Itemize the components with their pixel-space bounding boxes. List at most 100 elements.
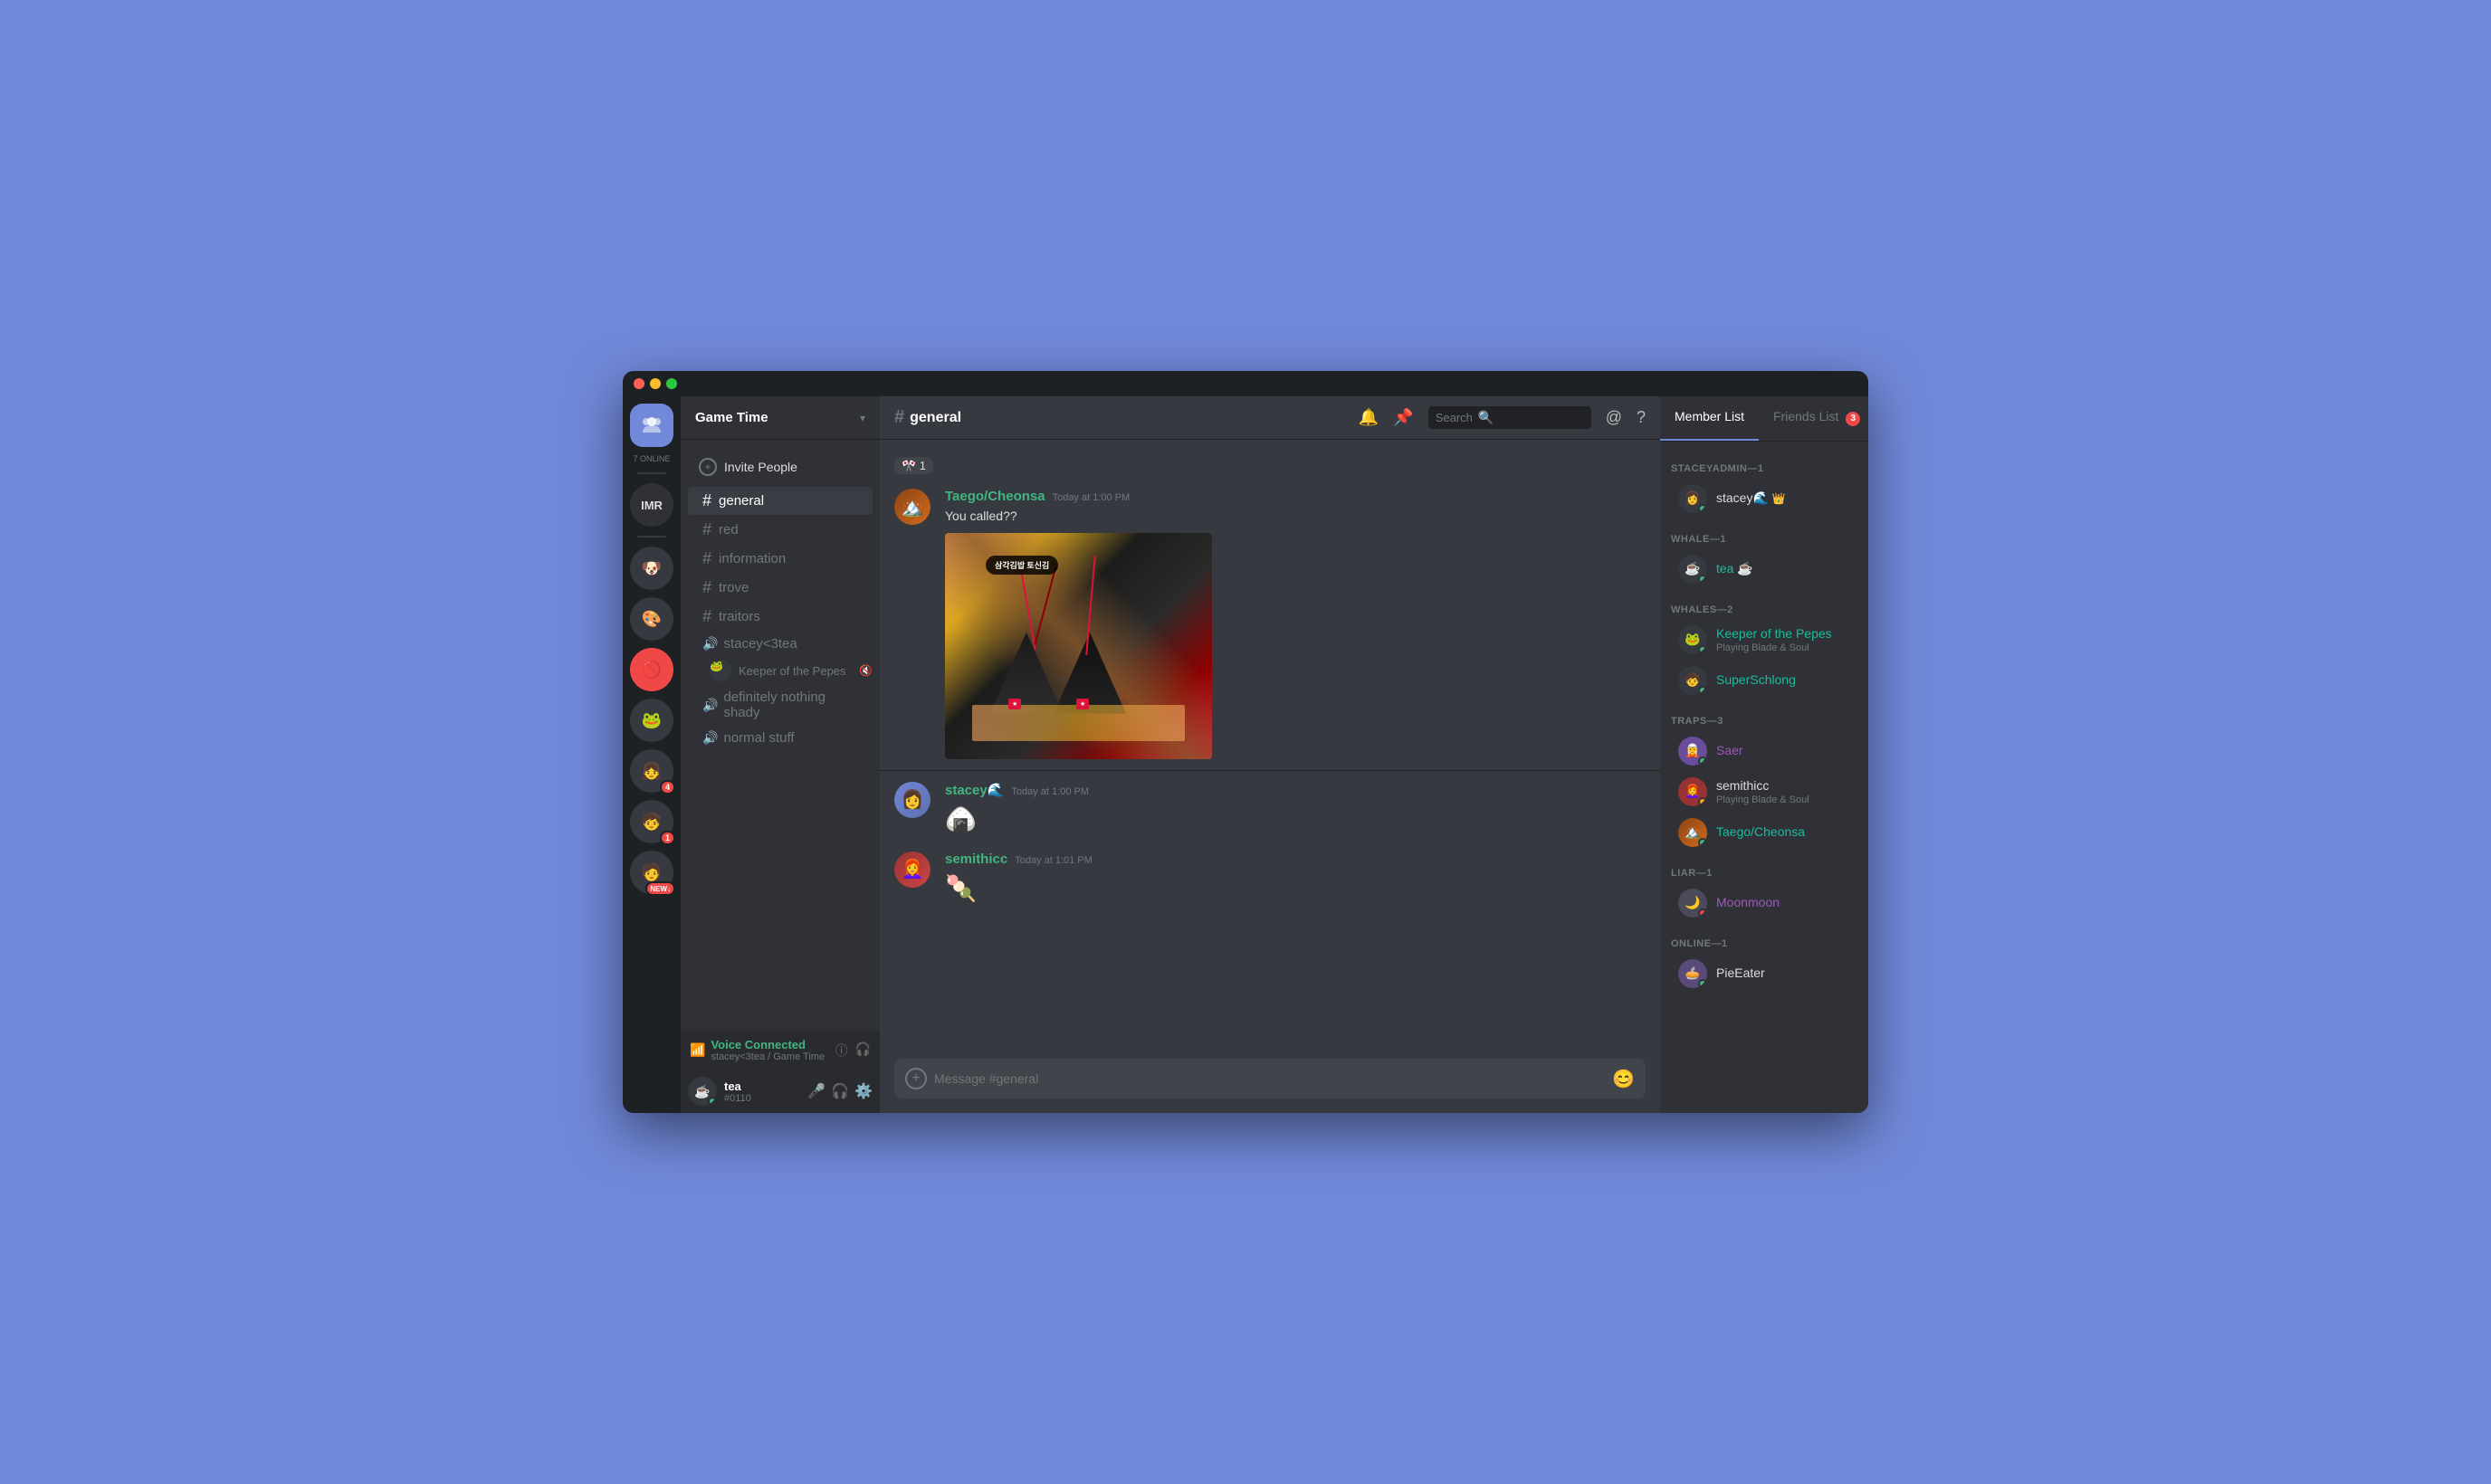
settings-button[interactable]: ⚙️: [854, 1082, 873, 1100]
speaker-icon-shady: 🔊: [702, 698, 718, 713]
channel-item-trove[interactable]: # trove: [688, 574, 873, 602]
channel-item-information[interactable]: # information: [688, 545, 873, 573]
avatar-red-wrap: 🚫: [630, 648, 673, 691]
avatar-pepe-wrap: 🐸: [630, 699, 673, 742]
invite-people-button[interactable]: + Invite People: [688, 451, 873, 483]
msg-header-semithicc: semithicc Today at 1:01 PM: [945, 851, 1646, 867]
username-taego[interactable]: Taego/Cheonsa: [945, 489, 1045, 504]
msg-header-stacey: stacey🌊 Today at 1:00 PM: [945, 782, 1646, 798]
voice-channel-normal[interactable]: 🔊 normal stuff: [688, 726, 873, 750]
mic-button[interactable]: 🎤: [807, 1082, 826, 1100]
maximize-button[interactable]: [666, 378, 677, 389]
member-avatar-pieeater: 🥧: [1678, 959, 1707, 988]
member-item-stacey[interactable]: 👩 stacey🌊 👑: [1667, 479, 1861, 518]
message-content-taego: Taego/Cheonsa Today at 1:00 PM You calle…: [945, 489, 1646, 759]
channel-item-traitors[interactable]: # traitors: [688, 603, 873, 631]
minimize-button[interactable]: [650, 378, 661, 389]
member-avatar-tea: ☕: [1678, 555, 1707, 584]
message-group-stacey: 👩 stacey🌊 Today at 1:00 PM 🍙: [880, 778, 1660, 841]
avatar-semithicc: 👩‍🦰: [894, 851, 931, 888]
imr-server-icon[interactable]: IMR: [630, 483, 673, 527]
member-item-keeper[interactable]: 🐸 Keeper of the Pepes Playing Blade & So…: [1667, 620, 1861, 660]
timestamp-taego: Today at 1:00 PM: [1053, 492, 1131, 503]
tab-member-list[interactable]: Member List: [1660, 396, 1759, 441]
online-dot-saer: [1698, 756, 1707, 766]
member-item-taego[interactable]: 🏔️ Taego/Cheonsa: [1667, 813, 1861, 852]
server-icon-dog[interactable]: 🐶: [630, 547, 673, 590]
member-item-superschlong[interactable]: 🧒 SuperSchlong: [1667, 661, 1861, 700]
server-icon-red[interactable]: 🚫: [630, 648, 673, 691]
member-info-pieeater: PieEater: [1716, 966, 1850, 982]
member-info-stacey: stacey🌊 👑: [1716, 490, 1850, 506]
member-name-stacey: stacey🌊: [1716, 490, 1769, 506]
voice-actions: ⓘ 🎧: [835, 1042, 871, 1060]
msg-image-taego: 삼각김밥 토신김 ★ ★: [945, 533, 1217, 759]
invite-label: Invite People: [724, 460, 797, 474]
title-bar: [623, 371, 1868, 396]
member-item-tea[interactable]: ☕ tea ☕: [1667, 549, 1861, 589]
voice-connected-row: 📶 Voice Connected stacey<3tea / Game Tim…: [690, 1038, 871, 1062]
headphones-button[interactable]: 🎧: [831, 1082, 849, 1100]
voice-channel-name-shady: definitely nothing shady: [723, 690, 865, 720]
voice-info-button[interactable]: ⓘ: [835, 1042, 848, 1060]
app-window: 7 ONLINE IMR 🐶 🎨 🚫 🐸 👧 4 �: [623, 371, 1868, 1113]
member-name-keeper: Keeper of the Pepes: [1716, 626, 1832, 641]
online-dot-keeper: [1698, 645, 1707, 654]
friend-count-badge: 3: [1846, 412, 1860, 426]
app-body: 7 ONLINE IMR 🐶 🎨 🚫 🐸 👧 4 �: [623, 371, 1868, 1113]
msg-header-taego: Taego/Cheonsa Today at 1:00 PM: [945, 489, 1646, 504]
member-info-moonmoon: Moonmoon: [1716, 895, 1850, 911]
voice-channel-stacey[interactable]: 🔊 stacey<3tea: [688, 632, 873, 656]
add-file-button[interactable]: +: [905, 1068, 927, 1089]
user-info: tea #0110: [724, 1080, 800, 1104]
category-staceyadmin: STACEYADMIN—1: [1660, 449, 1868, 478]
server-header[interactable]: Game Time ▾: [681, 396, 880, 440]
at-icon[interactable]: @: [1606, 408, 1622, 427]
server-icon-pepe[interactable]: 🐸: [630, 699, 673, 742]
avatar-taego: 🏔️: [894, 489, 931, 525]
member-avatar-moonmoon: 🌙: [1678, 889, 1707, 918]
channel-item-general[interactable]: # general: [688, 487, 873, 515]
member-item-moonmoon[interactable]: 🌙 Moonmoon: [1667, 883, 1861, 923]
member-info-superschlong: SuperSchlong: [1716, 672, 1850, 689]
current-server-icon[interactable]: [630, 404, 673, 447]
user-panel: ☕ tea #0110 🎤 🎧 ⚙️: [681, 1070, 880, 1113]
voice-headset-button[interactable]: 🎧: [855, 1042, 871, 1060]
member-item-saer[interactable]: 🧝 Saer: [1667, 731, 1861, 771]
hash-icon-trove: #: [702, 578, 711, 597]
member-avatar-taego: 🏔️: [1678, 818, 1707, 847]
username-stacey[interactable]: stacey🌊: [945, 782, 1004, 798]
avatar-stacey: 👩: [894, 782, 931, 818]
close-button[interactable]: [634, 378, 644, 389]
avatar-yellow-wrap: 🧒 1: [630, 800, 673, 843]
emoji-picker-button[interactable]: 😊: [1612, 1068, 1635, 1090]
voice-channel-shady[interactable]: 🔊 definitely nothing shady: [688, 685, 873, 725]
reaction-emoji[interactable]: 🎌 1: [894, 457, 933, 474]
bell-icon[interactable]: 🔔: [1359, 408, 1379, 427]
speaker-icon-normal: 🔊: [702, 730, 718, 746]
member-item-pieeater[interactable]: 🥧 PieEater: [1667, 954, 1861, 994]
messages-area[interactable]: 🎌 1 🏔️ Taego/Cheonsa Today at 1:00 PM Yo…: [880, 440, 1660, 1059]
channel-name-information: information: [719, 551, 786, 566]
timestamp-semithicc: Today at 1:01 PM: [1015, 855, 1093, 866]
server-name: Game Time: [695, 410, 768, 425]
online-dot-tea: [1698, 575, 1707, 584]
server-icon-cat[interactable]: 🎨: [630, 597, 673, 641]
channel-item-red[interactable]: # red: [688, 516, 873, 544]
header-actions: 🔔 📌 Search 🔍 @ ?: [1359, 406, 1646, 429]
member-info-tea: tea ☕: [1716, 561, 1850, 576]
member-item-semithicc[interactable]: 👩‍🦰 semithicc Playing Blade & Soul: [1667, 772, 1861, 812]
chevron-down-icon: ▾: [860, 412, 865, 424]
user-online-dot: [708, 1097, 717, 1106]
tab-friends-list[interactable]: Friends List 3: [1759, 396, 1868, 441]
help-icon[interactable]: ?: [1637, 408, 1646, 427]
search-box[interactable]: Search 🔍: [1428, 406, 1591, 429]
message-input[interactable]: [934, 1059, 1605, 1099]
member-name-pieeater: PieEater: [1716, 966, 1765, 980]
food-image: 삼각김밥 토신김 ★ ★: [945, 533, 1212, 759]
pin-icon[interactable]: 📌: [1393, 408, 1413, 427]
username-semithicc[interactable]: semithicc: [945, 851, 1007, 867]
voice-user-keeper[interactable]: 🐸 Keeper of the Pepes 🔇: [681, 657, 880, 684]
badge-1: 1: [660, 831, 675, 845]
voice-user-name-keeper: Keeper of the Pepes: [739, 664, 846, 678]
